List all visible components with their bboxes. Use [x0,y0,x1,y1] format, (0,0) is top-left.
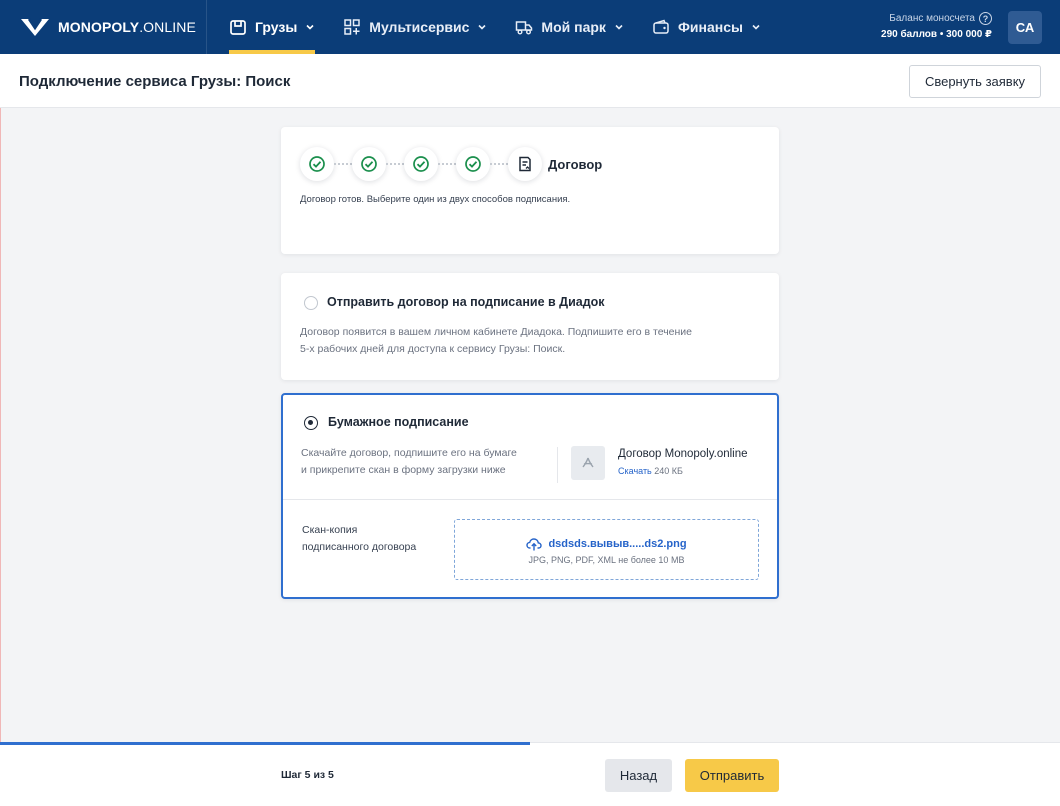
progress-track [0,742,1060,745]
logo-mark-icon [21,18,49,36]
upload-hint: JPG, PNG, PDF, XML не более 10 MB [528,555,685,565]
steps-card: Договор Договор готов. Выберите один из … [281,127,779,254]
truck-icon [516,21,533,35]
option-title: Бумажное подписание [328,415,469,429]
option-description-line: Договор появится в вашем личном кабинете… [300,326,693,338]
step-connector [386,163,404,165]
balance-label: Баланс моносчета ? [881,12,992,25]
option-description-line: 5-х рабочих дней для доступа к сервису Г… [300,343,566,355]
cloud-upload-icon [526,538,543,551]
step-counter: Шаг 5 из 5 [281,769,334,781]
file-size: 240 КБ [654,466,683,476]
option-description-line: Скачайте договор, подпишите его на бумаг… [301,447,517,459]
back-button[interactable]: Назад [605,759,672,792]
cargo-icon [230,20,246,35]
step-connector [490,163,508,165]
chevron-down-icon [615,24,623,30]
contract-document-icon [519,156,531,172]
stepper: Договор [300,146,602,182]
scan-label-line: подписанного договора [302,541,417,553]
step-current [508,147,542,181]
radio-diadoc[interactable] [304,296,318,310]
option-card-paper[interactable]: Бумажное подписание Скачайте договор, по… [281,393,779,599]
balance-widget[interactable]: Баланс моносчета ? 290 баллов • 300 000 … [881,12,992,40]
nav-item-my-fleet[interactable]: Мой парк [515,0,624,54]
option-card-diadoc[interactable]: Отправить договор на подписание в Диадок… [281,273,779,380]
option-description: Договор появится в вашем личном кабинете… [300,324,692,358]
page-header: Подключение сервиса Грузы: Поиск Свернут… [0,54,1060,108]
chevron-down-icon [478,24,486,30]
main-nav: Грузы Мультисервис Мой парк Финансы [229,0,789,54]
left-edge-rule [0,108,1,806]
wallet-icon [653,19,669,34]
file-meta: Скачать 240 КБ [618,466,683,476]
upload-dropzone[interactable]: dsdsds.вывыв.....ds2.png JPG, PNG, PDF, … [454,519,759,580]
nav-item-finance[interactable]: Финансы [652,0,761,54]
step-completed [352,147,386,181]
progress-fill [0,742,530,745]
check-circle-icon [361,156,377,172]
top-navigation: MONOPOLY.ONLINE Грузы Мультисервис Мой п… [0,0,1060,54]
check-circle-icon [413,156,429,172]
collapse-request-button[interactable]: Свернуть заявку [909,65,1041,98]
option-title: Отправить договор на подписание в Диадок [327,295,605,309]
vertical-divider [557,447,558,483]
step-connector [334,163,352,165]
download-link[interactable]: Скачать [618,466,652,476]
pdf-file-icon[interactable] [571,446,605,480]
nav-item-label: Мультисервис [369,19,470,35]
nav-item-label: Грузы [255,19,298,35]
wizard-footer: Шаг 5 из 5 Назад Отправить [0,742,1060,806]
nav-item-cargo[interactable]: Грузы [229,0,316,54]
page-title: Подключение сервиса Грузы: Поиск [19,73,291,90]
send-button[interactable]: Отправить [685,759,779,792]
steps-note: Договор готов. Выберите один из двух спо… [300,194,571,205]
step-completed [404,147,438,181]
check-circle-icon [465,156,481,172]
step-connector [438,163,456,165]
step-completed [300,147,334,181]
acrobat-icon [582,457,594,468]
nav-item-multiservice[interactable]: Мультисервис [343,0,487,54]
help-icon[interactable]: ? [979,12,992,25]
scan-upload-label: Скан-копия подписанного договора [302,522,452,556]
option-description: Скачайте договор, подпишите его на бумаг… [301,445,517,479]
current-step-label: Договор [548,156,603,172]
check-circle-icon [309,156,325,172]
chevron-down-icon [306,24,314,30]
uploaded-file[interactable]: dsdsds.вывыв.....ds2.png [455,536,758,552]
nav-item-label: Финансы [677,19,743,35]
section-divider [283,499,777,500]
balance-value: 290 баллов • 300 000 ₽ [881,29,992,40]
nav-item-label: Мой парк [541,19,606,35]
uploaded-file-name: dsdsds.вывыв.....ds2.png [548,538,687,550]
scan-label-line: Скан-копия [302,524,358,536]
step-completed [456,147,490,181]
option-description-line: и прикрепите скан в форму загрузки ниже [301,464,506,476]
contract-file-name: Договор Monopoly.online [618,448,748,460]
avatar[interactable]: СА [1008,11,1042,44]
chevron-down-icon [752,24,760,30]
logo-text: MONOPOLY.ONLINE [58,19,196,35]
grid-plus-icon [344,19,361,35]
logo[interactable]: MONOPOLY.ONLINE [0,0,207,54]
radio-paper[interactable] [304,416,318,430]
